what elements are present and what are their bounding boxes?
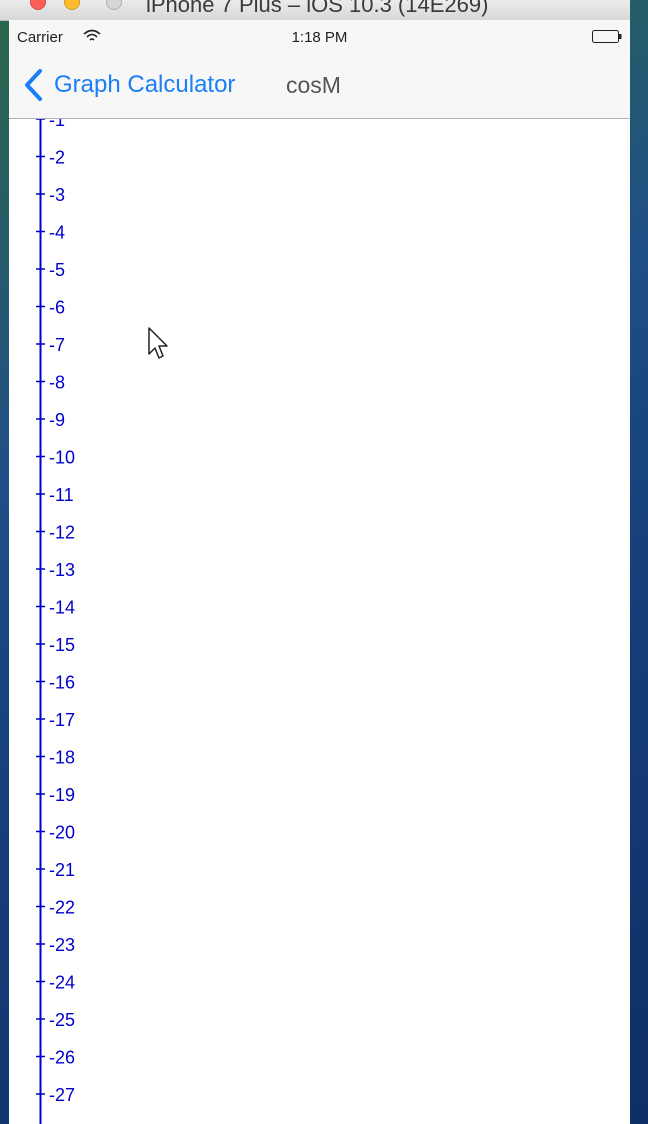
chevron-left-icon — [25, 69, 42, 101]
mouse-pointer-icon — [148, 327, 168, 359]
y-axis-tick-label: -10 — [49, 448, 75, 468]
y-axis-tick-label: -9 — [49, 410, 65, 430]
y-axis-tick-label: -24 — [49, 973, 75, 993]
y-axis-tick-label: -17 — [49, 710, 75, 730]
close-window-button[interactable] — [30, 0, 46, 10]
status-bar: Carrier 1:18 PM — [9, 20, 630, 56]
y-axis-tick-label: -11 — [49, 485, 74, 505]
graph-view[interactable]: -1 -2 -3 -4 -5 -6 -7 -8 -9 -10 -11 -12 -13 -14 -15 -16 -… — [9, 119, 630, 1124]
y-axis-tick-label: -3 — [49, 185, 65, 205]
y-axis-tick-label: -27 — [49, 1085, 75, 1105]
y-axis-tick-label: -5 — [49, 260, 65, 280]
page-title: cosM — [286, 72, 341, 98]
y-axis-tick-label: -18 — [49, 748, 75, 768]
y-axis-tick-label: -22 — [49, 898, 75, 918]
y-axis-tick-label: -6 — [49, 298, 65, 318]
y-axis-tick-label: -20 — [49, 823, 75, 843]
y-axis-tick-label: -1 — [49, 119, 65, 130]
y-axis-tick-label: -4 — [49, 223, 65, 243]
y-axis-tick-label: -16 — [49, 673, 75, 693]
zoom-window-button[interactable] — [106, 0, 122, 10]
simulator-window-title: iPhone 7 Plus – iOS 10.3 (14E269) — [146, 0, 489, 17]
y-axis-tick-label: -25 — [49, 1010, 75, 1030]
y-axis-tick-label: -8 — [49, 373, 65, 393]
back-button-label: Graph Calculator — [54, 71, 236, 98]
simulator-title-bar: iPhone 7 Plus – iOS 10.3 (14E269) — [0, 0, 630, 21]
y-axis-tick-label: -7 — [49, 335, 65, 355]
y-axis-ticks: -1 -2 -3 -4 -5 -6 -7 -8 -9 -10 -11 -12 -13 -14 -15 -16 -… — [36, 119, 75, 1105]
battery-icon — [592, 30, 622, 43]
y-axis-tick-label: -19 — [49, 785, 75, 805]
y-axis-tick-label: -2 — [49, 148, 65, 168]
status-time: 1:18 PM — [291, 29, 348, 46]
y-axis-tick-label: -26 — [49, 1048, 75, 1068]
navigation-bar: Graph Calculator cosM — [9, 56, 630, 119]
y-axis-tick-label: -12 — [49, 523, 75, 543]
back-button[interactable]: Graph Calculator — [23, 68, 235, 102]
device-screen: Carrier 1:18 PM Graph Calculator cosM -1… — [9, 20, 630, 1124]
y-axis-tick-label: -23 — [49, 935, 75, 955]
minimize-window-button[interactable] — [64, 0, 80, 10]
y-axis-tick-label: -13 — [49, 560, 75, 580]
y-axis-tick-label: -14 — [49, 598, 75, 618]
y-axis-tick-label: -21 — [49, 860, 75, 880]
y-axis-tick-label: -15 — [49, 635, 75, 655]
